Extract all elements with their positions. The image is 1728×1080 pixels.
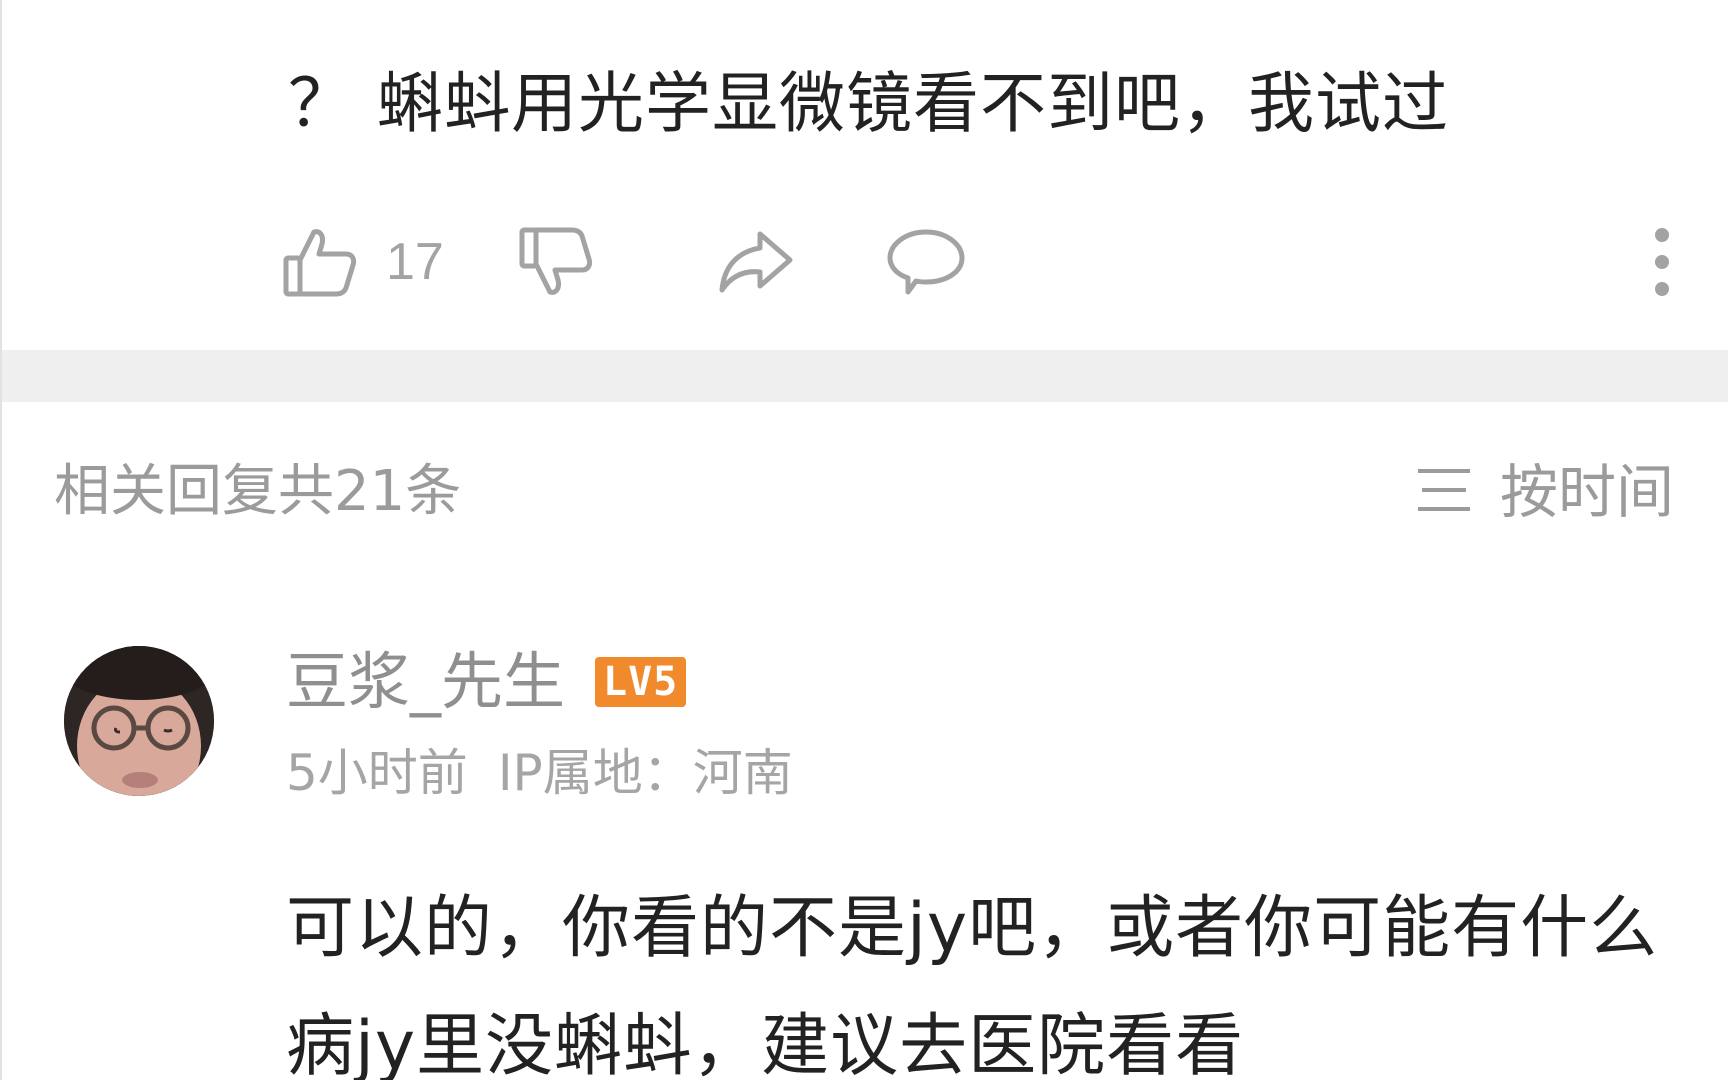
username[interactable]: 豆浆_先生 <box>286 640 565 724</box>
reply-meta: 5小时前 IP属地：河南 <box>286 738 793 808</box>
avatar[interactable] <box>64 646 214 796</box>
parent-comment-text: ？ 蝌蚪用光学显微镜看不到吧，我试过 <box>288 65 1449 142</box>
reply-author-row: 豆浆_先生 LV5 <box>286 640 687 724</box>
sort-label: 按时间 <box>1499 458 1674 526</box>
share-arrow-icon <box>716 224 796 300</box>
reply-text: 可以的，你看的不是jy吧，或者你可能有什么病jy里没蝌蚪，建议去医院看看 <box>286 889 1659 1080</box>
dislike-button[interactable] <box>518 222 594 302</box>
thumbs-up-icon <box>282 224 358 300</box>
share-button[interactable] <box>716 222 796 302</box>
ip-location: IP属地：河南 <box>497 744 793 802</box>
replies-header: 相关回复共21条 按时间 <box>54 452 1674 532</box>
section-divider <box>2 350 1728 402</box>
like-count: 17 <box>386 233 444 291</box>
reply-time: 5小时前 <box>286 744 468 802</box>
more-vertical-icon <box>1652 227 1672 297</box>
comment-action-bar: 17 <box>282 222 1672 302</box>
comment-bubble-icon <box>886 224 966 300</box>
like-button[interactable]: 17 <box>282 222 444 302</box>
replies-count: 相关回复共21条 <box>54 459 462 524</box>
reply-button[interactable] <box>886 222 966 302</box>
more-options-button[interactable] <box>1652 222 1672 302</box>
thumbs-down-icon <box>518 224 594 300</box>
comment-page: ？ 蝌蚪用光学显微镜看不到吧，我试过 17 相关回复共21条 按时间 豆浆_先生… <box>0 0 1728 1080</box>
level-badge: LV5 <box>595 657 687 707</box>
sort-toggle[interactable]: 按时间 <box>1416 452 1674 532</box>
sort-lines-icon <box>1416 465 1472 519</box>
